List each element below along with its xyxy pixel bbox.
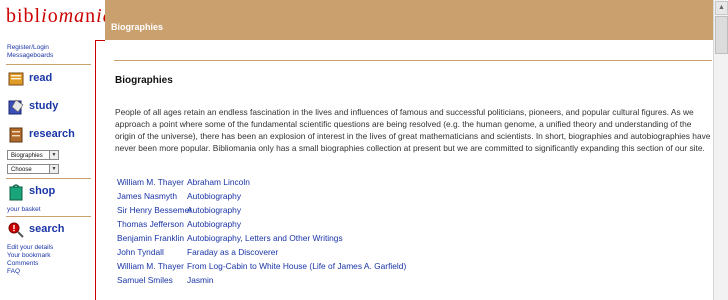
nav-study-label: study [29, 100, 59, 112]
author-link[interactable]: William M. Thayer [117, 176, 184, 188]
research-choose-select[interactable]: Choose ▼ [7, 164, 59, 174]
title-link[interactable]: From Log-Cabin to White House (Life of J… [187, 260, 406, 272]
comments-link[interactable]: Comments [7, 260, 38, 268]
title-link[interactable]: Abraham Lincoln [187, 176, 250, 188]
edit-details-link[interactable]: Edit your details [7, 244, 53, 252]
author-link[interactable]: Thomas Jefferson [117, 218, 184, 230]
title-link[interactable]: Autobiography [187, 218, 241, 230]
logo-part: ma [58, 5, 86, 27]
author-link[interactable]: James Nasmyth [117, 190, 177, 202]
your-bookmark-link[interactable]: Your bookmark [7, 252, 50, 260]
messageboards-link[interactable]: Messageboards [7, 52, 53, 60]
register-login-link[interactable]: Register/Login [7, 44, 49, 52]
nav-read-label: read [29, 72, 53, 84]
content-divider [114, 60, 712, 61]
vertical-scrollbar[interactable]: ▲ [713, 0, 728, 300]
research-choose-value: Choose [11, 167, 32, 173]
chevron-down-icon: ▼ [49, 165, 58, 173]
logo-part: o [47, 5, 59, 27]
sidebar-divider [6, 178, 91, 179]
research-icon [9, 127, 23, 143]
author-link[interactable]: Benjamin Franklin [117, 232, 184, 244]
scrollbar-thumb[interactable] [715, 16, 728, 54]
title-link[interactable]: Faraday as a Discoverer [187, 246, 278, 258]
logo-part: bibl [6, 5, 42, 27]
research-category-select[interactable]: Biographies ▼ [7, 150, 59, 160]
sidebar-divider [6, 216, 91, 217]
read-icon [8, 72, 24, 86]
scroll-up-arrow-icon[interactable]: ▲ [715, 1, 728, 15]
page-title: Biographies [115, 75, 173, 86]
title-link[interactable]: Autobiography [187, 204, 241, 216]
sidebar-divider [6, 64, 91, 65]
site-logo[interactable]: bibliomania [0, 0, 113, 41]
study-icon [8, 99, 24, 115]
header-title: Biographies [111, 22, 164, 32]
chevron-down-icon: ▼ [49, 151, 58, 159]
title-link[interactable]: Jasmin [187, 274, 214, 286]
nav-search-label: search [29, 223, 65, 235]
title-link[interactable]: Autobiography, Letters and Other Writing… [187, 232, 343, 244]
author-link[interactable]: John Tyndall [117, 246, 164, 258]
search-icon [8, 222, 24, 238]
your-basket-link[interactable]: your basket [7, 206, 41, 214]
author-link[interactable]: William M. Thayer [117, 260, 184, 272]
logo-text: bibliomania [6, 5, 114, 27]
title-link[interactable]: Autobiography [187, 190, 241, 202]
header-bar: Biographies [105, 0, 714, 40]
author-link[interactable]: Samuel Smiles [117, 274, 173, 286]
research-category-value: Biographies [11, 153, 43, 159]
nav-shop-label: shop [29, 185, 56, 197]
shop-icon [9, 184, 23, 201]
author-link[interactable]: Sir Henry Bessemer [117, 204, 192, 216]
logo-part: n [85, 5, 97, 27]
intro-paragraph: People of all ages retain an endless fas… [115, 107, 711, 153]
nav-research-label: research [29, 128, 75, 140]
sidebar: Register/Login Messageboards read study … [0, 40, 96, 300]
faq-link[interactable]: FAQ [7, 268, 20, 276]
